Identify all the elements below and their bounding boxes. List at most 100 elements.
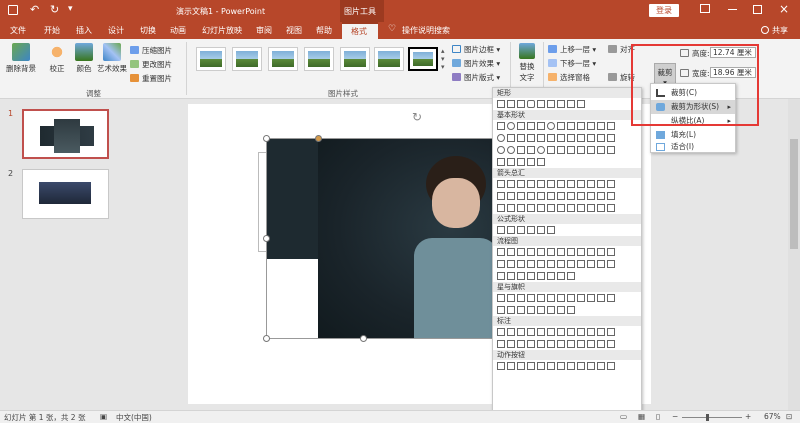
shape-item[interactable] bbox=[587, 122, 595, 130]
shape-item[interactable] bbox=[607, 204, 615, 212]
slide-count-status[interactable]: 幻灯片 第 1 张，共 2 张 bbox=[4, 412, 85, 423]
shape-item[interactable] bbox=[597, 260, 605, 268]
shape-item[interactable] bbox=[507, 294, 515, 302]
picture-style-5[interactable] bbox=[340, 47, 370, 71]
share-button[interactable]: 共享 bbox=[772, 25, 788, 36]
shape-item[interactable] bbox=[557, 192, 565, 200]
shape-item[interactable] bbox=[547, 226, 555, 234]
color-button[interactable]: 颜色 bbox=[72, 43, 96, 74]
shape-item[interactable] bbox=[527, 260, 535, 268]
change-picture-button[interactable]: 更改图片 bbox=[130, 59, 172, 70]
zoom-slider[interactable] bbox=[682, 414, 742, 421]
shape-item[interactable] bbox=[497, 100, 505, 108]
shape-item[interactable] bbox=[497, 362, 505, 370]
shape-item[interactable] bbox=[607, 146, 615, 154]
shape-item[interactable] bbox=[507, 146, 515, 154]
shape-item[interactable] bbox=[527, 248, 535, 256]
reading-view-icon[interactable]: ▯ bbox=[656, 412, 660, 421]
shape-item[interactable] bbox=[527, 362, 535, 370]
shape-item[interactable] bbox=[497, 272, 505, 280]
tab-transitions[interactable]: 切换 bbox=[140, 25, 156, 36]
shape-item[interactable] bbox=[497, 146, 505, 154]
slide-thumbnail-1[interactable] bbox=[22, 109, 109, 159]
shape-item[interactable] bbox=[497, 260, 505, 268]
resize-handle[interactable] bbox=[263, 135, 270, 142]
minimize-icon[interactable] bbox=[728, 9, 737, 10]
shape-item[interactable] bbox=[527, 204, 535, 212]
shape-item[interactable] bbox=[547, 272, 555, 280]
shape-item[interactable] bbox=[597, 340, 605, 348]
undo-icon[interactable]: ↶ bbox=[30, 3, 39, 16]
shape-item[interactable] bbox=[497, 328, 505, 336]
tab-help[interactable]: 帮助 bbox=[316, 25, 332, 36]
shape-item[interactable] bbox=[567, 100, 575, 108]
picture-style-3[interactable] bbox=[268, 47, 298, 71]
shape-item[interactable] bbox=[587, 260, 595, 268]
shape-item[interactable] bbox=[547, 340, 555, 348]
shape-item[interactable] bbox=[527, 328, 535, 336]
tell-me-search[interactable]: 操作说明搜索 bbox=[402, 25, 450, 36]
shape-item[interactable] bbox=[577, 362, 585, 370]
shape-item[interactable] bbox=[607, 260, 615, 268]
shape-item[interactable] bbox=[577, 134, 585, 142]
zoom-slider-thumb[interactable] bbox=[706, 414, 709, 421]
shape-item[interactable] bbox=[547, 362, 555, 370]
shape-item[interactable] bbox=[607, 192, 615, 200]
shape-item[interactable] bbox=[537, 272, 545, 280]
compress-pictures-button[interactable]: 压缩图片 bbox=[130, 45, 172, 56]
shape-item[interactable] bbox=[567, 328, 575, 336]
shape-item[interactable] bbox=[557, 294, 565, 302]
shape-item[interactable] bbox=[557, 100, 565, 108]
shape-item[interactable] bbox=[567, 146, 575, 154]
shape-item[interactable] bbox=[507, 226, 515, 234]
shape-item[interactable] bbox=[537, 362, 545, 370]
shape-item[interactable] bbox=[537, 306, 545, 314]
shape-item[interactable] bbox=[517, 328, 525, 336]
picture-style-1[interactable] bbox=[196, 47, 226, 71]
shape-item[interactable] bbox=[497, 134, 505, 142]
shape-item[interactable] bbox=[507, 328, 515, 336]
shape-item[interactable] bbox=[577, 260, 585, 268]
shape-item[interactable] bbox=[557, 248, 565, 256]
shape-item[interactable] bbox=[587, 294, 595, 302]
shape-item[interactable] bbox=[527, 306, 535, 314]
shape-item[interactable] bbox=[517, 204, 525, 212]
shape-item[interactable] bbox=[577, 192, 585, 200]
picture-effects-button[interactable]: 图片效果 ▾ bbox=[452, 58, 500, 69]
shape-item[interactable] bbox=[517, 248, 525, 256]
shape-item[interactable] bbox=[507, 192, 515, 200]
shape-item[interactable] bbox=[527, 294, 535, 302]
login-button[interactable]: 登录 bbox=[649, 4, 679, 17]
shape-item[interactable] bbox=[597, 294, 605, 302]
shape-item[interactable] bbox=[567, 248, 575, 256]
proofing-icon[interactable]: ▣ bbox=[100, 412, 107, 421]
shape-item[interactable] bbox=[567, 272, 575, 280]
shape-item[interactable] bbox=[517, 180, 525, 188]
shape-item[interactable] bbox=[567, 134, 575, 142]
shape-item[interactable] bbox=[607, 362, 615, 370]
shape-item[interactable] bbox=[527, 134, 535, 142]
shape-item[interactable] bbox=[537, 204, 545, 212]
shape-item[interactable] bbox=[497, 192, 505, 200]
alt-text-button[interactable]: 替换 文字 bbox=[514, 43, 540, 83]
bring-forward-button[interactable]: 上移一层 ▾ bbox=[548, 44, 596, 55]
rotate-handle-icon[interactable]: ↻ bbox=[412, 110, 422, 124]
shape-item[interactable] bbox=[557, 340, 565, 348]
shape-item[interactable] bbox=[607, 328, 615, 336]
zoom-out-icon[interactable]: − bbox=[672, 412, 678, 421]
shape-item[interactable] bbox=[557, 306, 565, 314]
shape-item[interactable] bbox=[567, 294, 575, 302]
shape-item[interactable] bbox=[597, 180, 605, 188]
shape-item[interactable] bbox=[507, 122, 515, 130]
shape-item[interactable] bbox=[517, 260, 525, 268]
tab-insert[interactable]: 插入 bbox=[76, 25, 92, 36]
shape-item[interactable] bbox=[557, 180, 565, 188]
send-backward-button[interactable]: 下移一层 ▾ bbox=[548, 58, 596, 69]
shape-item[interactable] bbox=[507, 134, 515, 142]
shape-item[interactable] bbox=[507, 362, 515, 370]
shape-item[interactable] bbox=[557, 260, 565, 268]
shape-item[interactable] bbox=[567, 362, 575, 370]
slide-sorter-icon[interactable]: ▦ bbox=[638, 412, 645, 421]
shape-item[interactable] bbox=[537, 122, 545, 130]
shape-item[interactable] bbox=[597, 122, 605, 130]
